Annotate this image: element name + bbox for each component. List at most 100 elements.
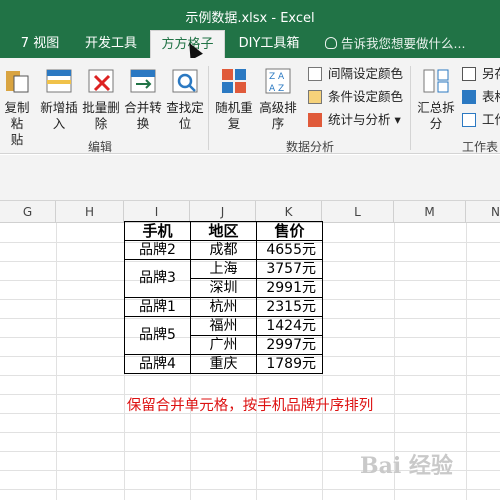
column-header-n[interactable]: N <box>466 201 500 223</box>
header-cell-phone[interactable]: 手机 <box>124 221 191 241</box>
region-cell[interactable]: 重庆 <box>190 354 257 374</box>
group-label-data-analysis: 数据分析 <box>285 140 334 154</box>
phone-cell-merged[interactable]: 品牌3 <box>124 259 191 298</box>
tab-diy-toolbox[interactable]: DIY工具箱 <box>236 30 302 58</box>
phone-cell[interactable]: 品牌4 <box>124 354 191 374</box>
svg-text:Z A: Z A <box>269 72 285 82</box>
tab-developer[interactable]: 开发工具 <box>80 30 142 58</box>
insert-row-icon <box>44 66 74 96</box>
batch-delete-button[interactable]: 批量删 除 <box>80 66 122 132</box>
lightbulb-icon <box>325 37 337 49</box>
table-button[interactable]: 表格 <box>462 87 500 107</box>
button-label: 随机重 <box>215 100 253 115</box>
clipboard-icon <box>2 66 32 96</box>
column-header-m[interactable]: M <box>394 201 466 223</box>
tab-view[interactable]: 7 视图 <box>14 30 66 58</box>
button-label: 分 <box>429 116 443 131</box>
advanced-sort-button[interactable]: Z A A Z 高级排 序 <box>256 66 300 132</box>
column-header-j[interactable]: J <box>190 201 256 223</box>
group-separator <box>410 66 411 150</box>
button-label: 序 <box>271 116 285 131</box>
button-label: 表格 <box>482 89 500 104</box>
header-cell-price[interactable]: 售价 <box>256 221 323 241</box>
button-label: 工作 <box>482 112 500 127</box>
watermark-logo: Bai 经验 <box>360 453 453 479</box>
region-cell[interactable]: 深圳 <box>190 278 257 298</box>
summary-split-button[interactable]: 汇总拆 分 <box>414 66 458 132</box>
find-icon <box>170 66 200 96</box>
excel-window: { "window": { "title": "示例数据.xlsx - Exce… <box>0 0 500 500</box>
group-separator <box>208 66 209 150</box>
button-label: 合并转 <box>124 100 162 115</box>
button-label: 除 <box>94 116 108 131</box>
price-cell[interactable]: 4655元 <box>256 240 323 260</box>
svg-text:A Z: A Z <box>269 84 284 94</box>
region-cell[interactable]: 福州 <box>190 316 257 336</box>
button-label: 入 <box>52 116 66 131</box>
column-header-i[interactable]: I <box>124 201 190 223</box>
stats-analysis-button[interactable]: 统计与分析 ▾ <box>308 110 401 130</box>
interval-color-icon <box>308 67 322 81</box>
split-icon <box>421 66 451 96</box>
region-cell[interactable]: 广州 <box>190 335 257 355</box>
ribbon-body: 复制粘 贴 新增插 入 批量删 除 合并转 换 查找定 位 随机重 复 Z A … <box>0 58 500 154</box>
button-label: 查找定 <box>166 100 204 115</box>
merge-icon <box>128 66 158 96</box>
price-cell[interactable]: 1424元 <box>256 316 323 336</box>
random-repeat-button[interactable]: 随机重 复 <box>212 66 256 132</box>
price-cell[interactable]: 1789元 <box>256 354 323 374</box>
group-label-edit: 编辑 <box>87 140 112 154</box>
button-label: 条件设定颜色 <box>328 89 404 104</box>
table-icon <box>462 90 476 104</box>
column-header-g[interactable]: G <box>0 201 56 223</box>
tell-me-search[interactable]: 告诉我您想要做什么... <box>325 30 465 58</box>
button-label: 间隔设定颜色 <box>328 66 404 81</box>
button-label: 另存 <box>482 66 500 81</box>
button-label: 复制粘 <box>4 100 30 131</box>
stats-icon <box>308 113 322 127</box>
button-label: 高级排 <box>259 100 297 115</box>
button-label: 贴 <box>10 132 24 147</box>
column-header-h[interactable]: H <box>56 201 124 223</box>
header-cell-region[interactable]: 地区 <box>190 221 257 241</box>
button-label: 位 <box>178 116 192 131</box>
worksheet-icon <box>462 113 476 127</box>
find-locate-button[interactable]: 查找定 位 <box>164 66 206 132</box>
add-insert-button[interactable]: 新增插 入 <box>38 66 80 132</box>
region-cell[interactable]: 杭州 <box>190 297 257 317</box>
sort-icon: Z A A Z <box>263 66 293 96</box>
formula-bar-area <box>0 155 500 201</box>
region-cell[interactable]: 成都 <box>190 240 257 260</box>
column-header-l[interactable]: L <box>322 201 394 223</box>
phone-cell[interactable]: 品牌1 <box>124 297 191 317</box>
column-header-k[interactable]: K <box>256 201 322 223</box>
button-label: 换 <box>136 116 150 131</box>
group-label-worksheet: 工作表 <box>461 140 498 154</box>
condition-color-icon <box>308 90 322 104</box>
ribbon-tabs: 7 视图 开发工具 方方格子 DIY工具箱 告诉我您想要做什么... <box>0 30 500 58</box>
button-label: 新增插 <box>40 100 78 115</box>
tell-me-text: 告诉我您想要做什么... <box>341 36 466 51</box>
condition-color-button[interactable]: 条件设定颜色 <box>308 87 403 107</box>
button-label: 统计与分析 <box>328 112 391 127</box>
button-label: 复 <box>227 116 241 131</box>
column-headers: G H I J K L M N <box>0 201 500 223</box>
interval-color-button[interactable]: 间隔设定颜色 <box>308 64 403 84</box>
title-bar: 示例数据.xlsx - Excel <box>0 0 500 30</box>
phone-cell[interactable]: 品牌2 <box>124 240 191 260</box>
price-cell[interactable]: 2315元 <box>256 297 323 317</box>
price-cell[interactable]: 2997元 <box>256 335 323 355</box>
region-cell[interactable]: 上海 <box>190 259 257 279</box>
window-title: 示例数据.xlsx - Excel <box>185 11 315 26</box>
price-cell[interactable]: 3757元 <box>256 259 323 279</box>
save-icon <box>462 67 476 81</box>
phone-cell-merged[interactable]: 品牌5 <box>124 316 191 355</box>
button-label: 汇总拆 <box>417 100 455 115</box>
random-icon <box>219 66 249 96</box>
worksheet-button[interactable]: 工作 <box>462 110 500 130</box>
price-cell[interactable]: 2991元 <box>256 278 323 298</box>
save-as-button[interactable]: 另存 <box>462 64 500 84</box>
merge-convert-button[interactable]: 合并转 换 <box>122 66 164 132</box>
copy-paste-button[interactable]: 复制粘 贴 <box>0 66 34 148</box>
delete-icon <box>86 66 116 96</box>
